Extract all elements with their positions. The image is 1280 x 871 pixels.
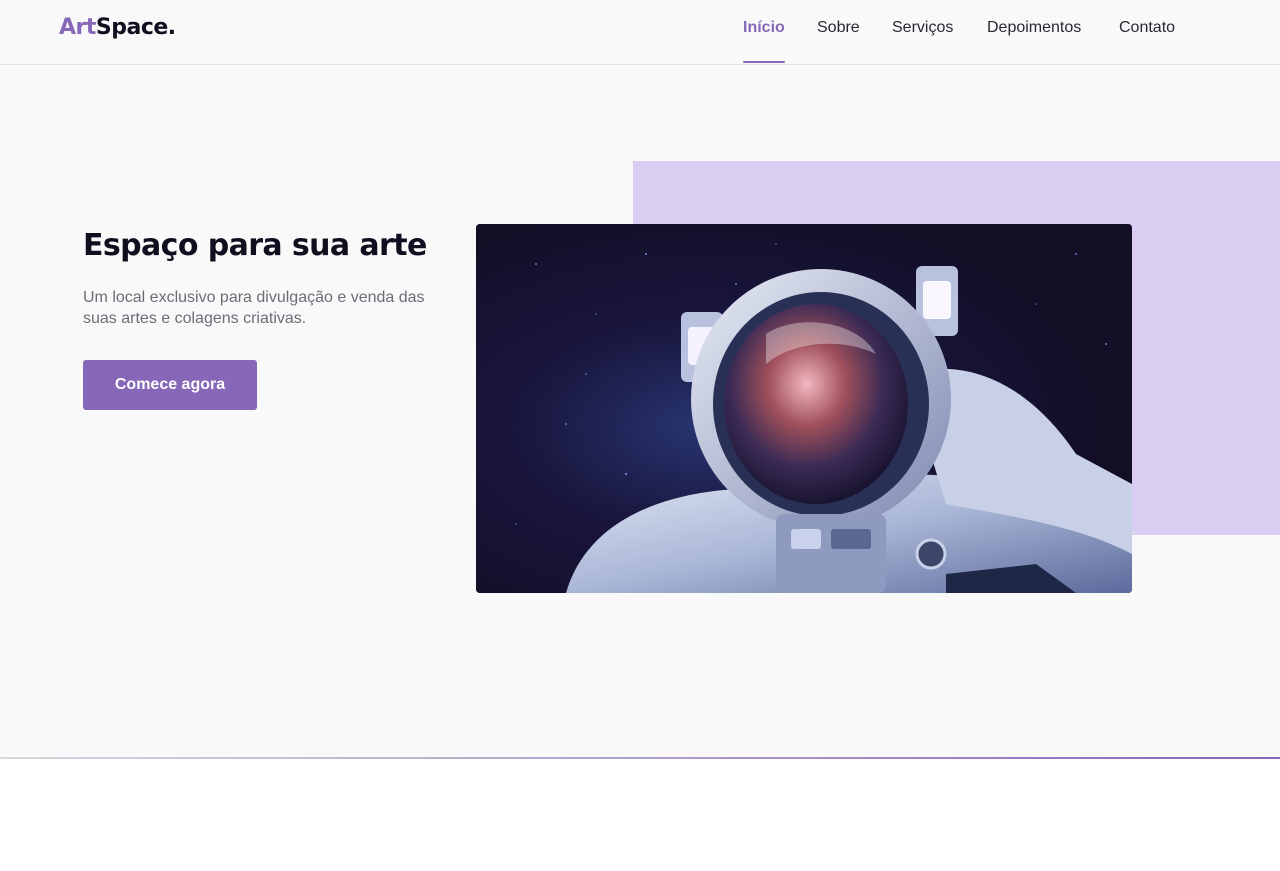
logo[interactable]: ArtSpace.	[59, 15, 176, 40]
nav-item-depoimentos[interactable]: Depoimentos	[987, 19, 1081, 64]
hero-divider	[0, 757, 1280, 759]
hero-image	[476, 224, 1132, 593]
logo-accent: Art	[59, 15, 96, 40]
nav-item-contato[interactable]: Contato	[1119, 19, 1175, 64]
hero-subtitle: Um local exclusivo para divulgação e ven…	[83, 289, 425, 327]
nav-item-sobre[interactable]: Sobre	[817, 19, 860, 64]
start-now-button[interactable]: Comece agora	[83, 360, 257, 410]
nav-item-servicos[interactable]: Serviços	[892, 19, 953, 64]
logo-rest: Space.	[95, 15, 176, 40]
site-header: ArtSpace. Início Sobre Serviços Depoimen…	[0, 0, 1280, 65]
astronaut-image	[476, 224, 1132, 593]
hero-title: Espaço para sua arte	[83, 228, 427, 263]
page: ArtSpace. Início Sobre Serviços Depoimen…	[0, 0, 1280, 871]
nav-item-inicio[interactable]: Início	[743, 19, 785, 64]
